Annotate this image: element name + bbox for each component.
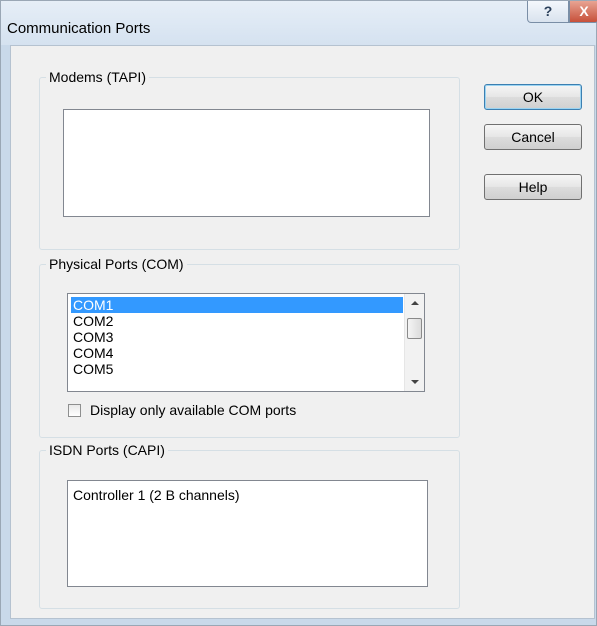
close-icon: X [579,3,589,19]
scroll-thumb[interactable] [407,318,422,339]
title-bar[interactable]: Communication Ports ? X [1,1,597,45]
window-title: Communication Ports [7,20,151,37]
isdn-ports-legend: ISDN Ports (CAPI) [46,442,168,458]
available-ports-checkbox[interactable] [68,404,81,417]
list-item-com4[interactable]: COM4 [71,345,113,361]
modems-legend: Modems (TAPI) [46,69,149,85]
dialog-client-area: Modems (TAPI) Physical Ports (COM) COM1 … [10,45,595,619]
help-titlebar-button[interactable]: ? [527,1,569,23]
ok-button[interactable]: OK [484,84,582,110]
list-item-com5[interactable]: COM5 [71,361,113,377]
question-icon: ? [543,3,553,19]
modems-listbox[interactable] [63,109,430,217]
help-button[interactable]: Help [484,174,582,200]
isdn-ports-group: ISDN Ports (CAPI) Controller 1 (2 B chan… [39,442,460,609]
list-item-com1[interactable]: COM1 [71,297,403,313]
close-button[interactable]: X [569,1,597,23]
com-ports-scrollbar[interactable] [404,294,424,391]
cancel-button[interactable]: Cancel [484,124,582,150]
list-item-controller[interactable]: Controller 1 (2 B channels) [71,487,240,503]
scroll-down-icon[interactable] [411,380,419,384]
com-ports-listbox[interactable]: COM1 COM2 COM3 COM4 COM5 [67,293,425,392]
physical-ports-legend: Physical Ports (COM) [46,256,187,272]
list-item-com2[interactable]: COM2 [71,313,113,329]
list-item-com3[interactable]: COM3 [71,329,113,345]
available-ports-label[interactable]: Display only available COM ports [90,402,296,418]
modems-group: Modems (TAPI) [39,69,460,250]
dialog-window: Communication Ports ? X Modems (TAPI) Ph… [0,0,597,626]
physical-ports-group: Physical Ports (COM) COM1 COM2 COM3 COM4… [39,256,460,438]
scroll-up-icon[interactable] [411,301,419,305]
isdn-ports-listbox[interactable]: Controller 1 (2 B channels) [67,480,428,587]
